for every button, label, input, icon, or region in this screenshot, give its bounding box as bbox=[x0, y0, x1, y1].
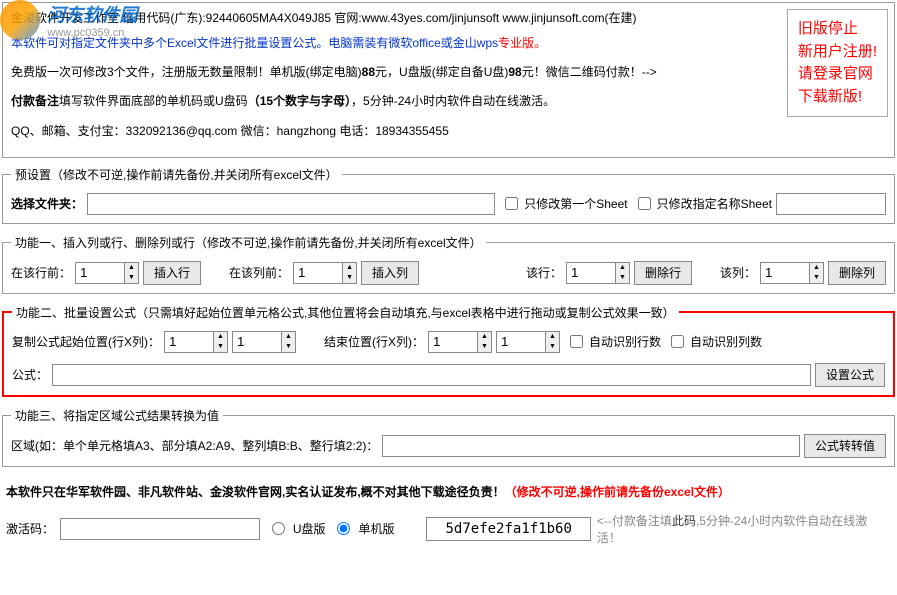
auto-row-checkbox[interactable] bbox=[570, 335, 583, 348]
intro-line: 本软件可对指定文件夹中多个Excel文件进行批量设置公式。电脑需装有微软offi… bbox=[11, 34, 886, 53]
up-arrow-icon[interactable]: ▲ bbox=[546, 332, 559, 342]
up-arrow-icon[interactable]: ▲ bbox=[616, 263, 629, 273]
the-row-label: 该行： bbox=[526, 264, 562, 281]
insert-row-button[interactable]: 插入行 bbox=[143, 261, 201, 285]
convert-button[interactable]: 公式转转值 bbox=[804, 434, 886, 458]
notice-l2: 新用户注册! bbox=[798, 41, 877, 64]
before-row-label: 在该行前： bbox=[11, 264, 71, 281]
folder-input[interactable] bbox=[87, 193, 495, 215]
area-label: 区域(如：单个单元格填A3、部分填A2:A9、整列填B:B、整行填2:2)： bbox=[11, 437, 378, 454]
first-sheet-label: 只修改第一个Sheet bbox=[524, 195, 627, 212]
set-formula-button[interactable]: 设置公式 bbox=[815, 363, 885, 387]
company-line: 金浚软件开发工作室 信用代码(广东):92440605MA4X049J85 官网… bbox=[11, 9, 886, 26]
down-arrow-icon[interactable]: ▼ bbox=[478, 342, 491, 352]
auto-col-checkbox[interactable] bbox=[671, 335, 684, 348]
sheet-name-input[interactable] bbox=[776, 193, 886, 215]
preset-section: 预设置（修改不可逆,操作前请先备份,并关闭所有excel文件） 选择文件夹： 只… bbox=[2, 166, 895, 224]
down-arrow-icon[interactable]: ▼ bbox=[546, 342, 559, 352]
header-box: 旧版停止 新用户注册! 请登录官网 下载新版! 金浚软件开发工作室 信用代码(广… bbox=[2, 2, 895, 158]
preset-legend: 预设置（修改不可逆,操作前请先备份,并关闭所有excel文件） bbox=[11, 166, 342, 183]
up-arrow-icon[interactable]: ▲ bbox=[810, 263, 823, 273]
up-arrow-icon[interactable]: ▲ bbox=[125, 263, 138, 273]
select-folder-label: 选择文件夹： bbox=[11, 195, 83, 212]
before-col-label: 在该列前： bbox=[229, 264, 289, 281]
activation-row: 激活码： U盘版 单机版 5d7efe2fa1f1b60 <--付款备注填此码,… bbox=[2, 510, 895, 548]
before-col-spinner[interactable]: ▲▼ bbox=[293, 262, 357, 284]
notice-l3: 请登录官网 bbox=[798, 63, 877, 86]
func2-legend: 功能二、批量设置公式（只需填好起始位置单元格公式,其他位置将会自动填充,与exc… bbox=[12, 304, 679, 321]
start-row-spinner[interactable]: ▲▼ bbox=[164, 331, 228, 353]
down-arrow-icon[interactable]: ▼ bbox=[616, 273, 629, 283]
payment-line: 付款备注填写软件界面底部的单机码或U盘码（15个数字与字母），5分钟-24小时内… bbox=[11, 92, 886, 111]
up-arrow-icon[interactable]: ▲ bbox=[282, 332, 295, 342]
activation-input[interactable] bbox=[60, 518, 260, 540]
delete-col-button[interactable]: 删除列 bbox=[828, 261, 886, 285]
down-arrow-icon[interactable]: ▼ bbox=[810, 273, 823, 283]
footer-note: 本软件只在华军软件园、非凡软件站、金浚软件官网,实名认证发布,概不对其他下载途径… bbox=[6, 483, 895, 500]
usb-radio[interactable] bbox=[272, 522, 285, 535]
end-pos-label: 结束位置(行X列)： bbox=[324, 333, 424, 350]
before-row-spinner[interactable]: ▲▼ bbox=[75, 262, 139, 284]
down-arrow-icon[interactable]: ▼ bbox=[343, 273, 356, 283]
up-arrow-icon[interactable]: ▲ bbox=[214, 332, 227, 342]
machine-code: 5d7efe2fa1f1b60 bbox=[426, 517, 590, 541]
func2-section: 功能二、批量设置公式（只需填好起始位置单元格公式,其他位置将会自动填充,与exc… bbox=[2, 304, 895, 397]
up-arrow-icon[interactable]: ▲ bbox=[478, 332, 491, 342]
func3-section: 功能三、将指定区域公式结果转换为值 区域(如：单个单元格填A3、部分填A2:A9… bbox=[2, 407, 895, 467]
activation-hint: <--付款备注填此码,5分钟-24小时内软件自动在线激活！ bbox=[597, 512, 891, 546]
start-pos-label: 复制公式起始位置(行X列)： bbox=[12, 333, 160, 350]
end-col-spinner[interactable]: ▲▼ bbox=[496, 331, 560, 353]
pc-label: 单机版 bbox=[358, 520, 394, 537]
the-col-spinner[interactable]: ▲▼ bbox=[760, 262, 824, 284]
price-line: 免费版一次可修改3个文件，注册版无数量限制！单机版(绑定电脑)88元，U盘版(绑… bbox=[11, 63, 886, 82]
auto-col-label: 自动识别列数 bbox=[690, 333, 762, 350]
end-row-spinner[interactable]: ▲▼ bbox=[428, 331, 492, 353]
insert-col-button[interactable]: 插入列 bbox=[361, 261, 419, 285]
notice-box: 旧版停止 新用户注册! 请登录官网 下载新版! bbox=[787, 9, 888, 117]
func1-section: 功能一、插入列或行、删除列或行（修改不可逆,操作前请先备份,并关闭所有excel… bbox=[2, 234, 895, 294]
contact-line: QQ、邮箱、支付宝：332092136@qq.com 微信：hangzhong … bbox=[11, 122, 886, 141]
named-sheet-label: 只修改指定名称Sheet bbox=[657, 195, 772, 212]
usb-label: U盘版 bbox=[293, 520, 326, 537]
formula-label: 公式： bbox=[12, 366, 48, 383]
start-col-spinner[interactable]: ▲▼ bbox=[232, 331, 296, 353]
the-row-spinner[interactable]: ▲▼ bbox=[566, 262, 630, 284]
delete-row-button[interactable]: 删除行 bbox=[634, 261, 692, 285]
notice-l4: 下载新版! bbox=[798, 86, 877, 109]
named-sheet-checkbox[interactable] bbox=[638, 197, 651, 210]
down-arrow-icon[interactable]: ▼ bbox=[125, 273, 138, 283]
func1-legend: 功能一、插入列或行、删除列或行（修改不可逆,操作前请先备份,并关闭所有excel… bbox=[11, 234, 486, 251]
area-input[interactable] bbox=[382, 435, 800, 457]
first-sheet-checkbox[interactable] bbox=[505, 197, 518, 210]
pc-radio[interactable] bbox=[337, 522, 350, 535]
formula-input[interactable] bbox=[52, 364, 811, 386]
auto-row-label: 自动识别行数 bbox=[589, 333, 661, 350]
activation-label: 激活码： bbox=[6, 520, 54, 537]
func3-legend: 功能三、将指定区域公式结果转换为值 bbox=[11, 407, 223, 424]
the-col-label: 该列： bbox=[720, 264, 756, 281]
down-arrow-icon[interactable]: ▼ bbox=[282, 342, 295, 352]
up-arrow-icon[interactable]: ▲ bbox=[343, 263, 356, 273]
down-arrow-icon[interactable]: ▼ bbox=[214, 342, 227, 352]
notice-l1: 旧版停止 bbox=[798, 18, 877, 41]
